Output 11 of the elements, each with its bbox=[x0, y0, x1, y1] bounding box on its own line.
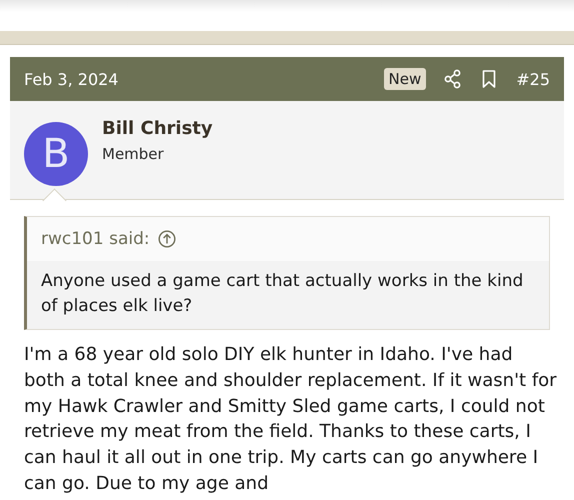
post-number[interactable]: #25 bbox=[516, 70, 550, 88]
bookmark-icon[interactable] bbox=[482, 70, 496, 88]
post-body: I'm a 68 year old solo DIY elk hunter in Idaho. I've had both a total knee and shoulder replacement. If it wasn't for my Hawk Crawler and Smitty Sled game carts, I could not retrieve my meat from the field. Thanks to these carts, I can haul it all out in one trip. My carts can go anywhere I can go. Due to my age and bbox=[24, 343, 558, 496]
username[interactable]: Bill Christy bbox=[102, 118, 213, 139]
share-icon[interactable] bbox=[444, 69, 462, 89]
quote-attribution[interactable]: rwc101 said: bbox=[41, 229, 150, 249]
new-badge: New bbox=[384, 68, 426, 90]
quote-text: Anyone used a game cart that actually works in the kind of places elk live? bbox=[41, 270, 524, 318]
user-role: Member bbox=[102, 145, 165, 163]
avatar[interactable]: B bbox=[24, 122, 88, 186]
post-date[interactable]: Feb 3, 2024 bbox=[24, 70, 118, 88]
